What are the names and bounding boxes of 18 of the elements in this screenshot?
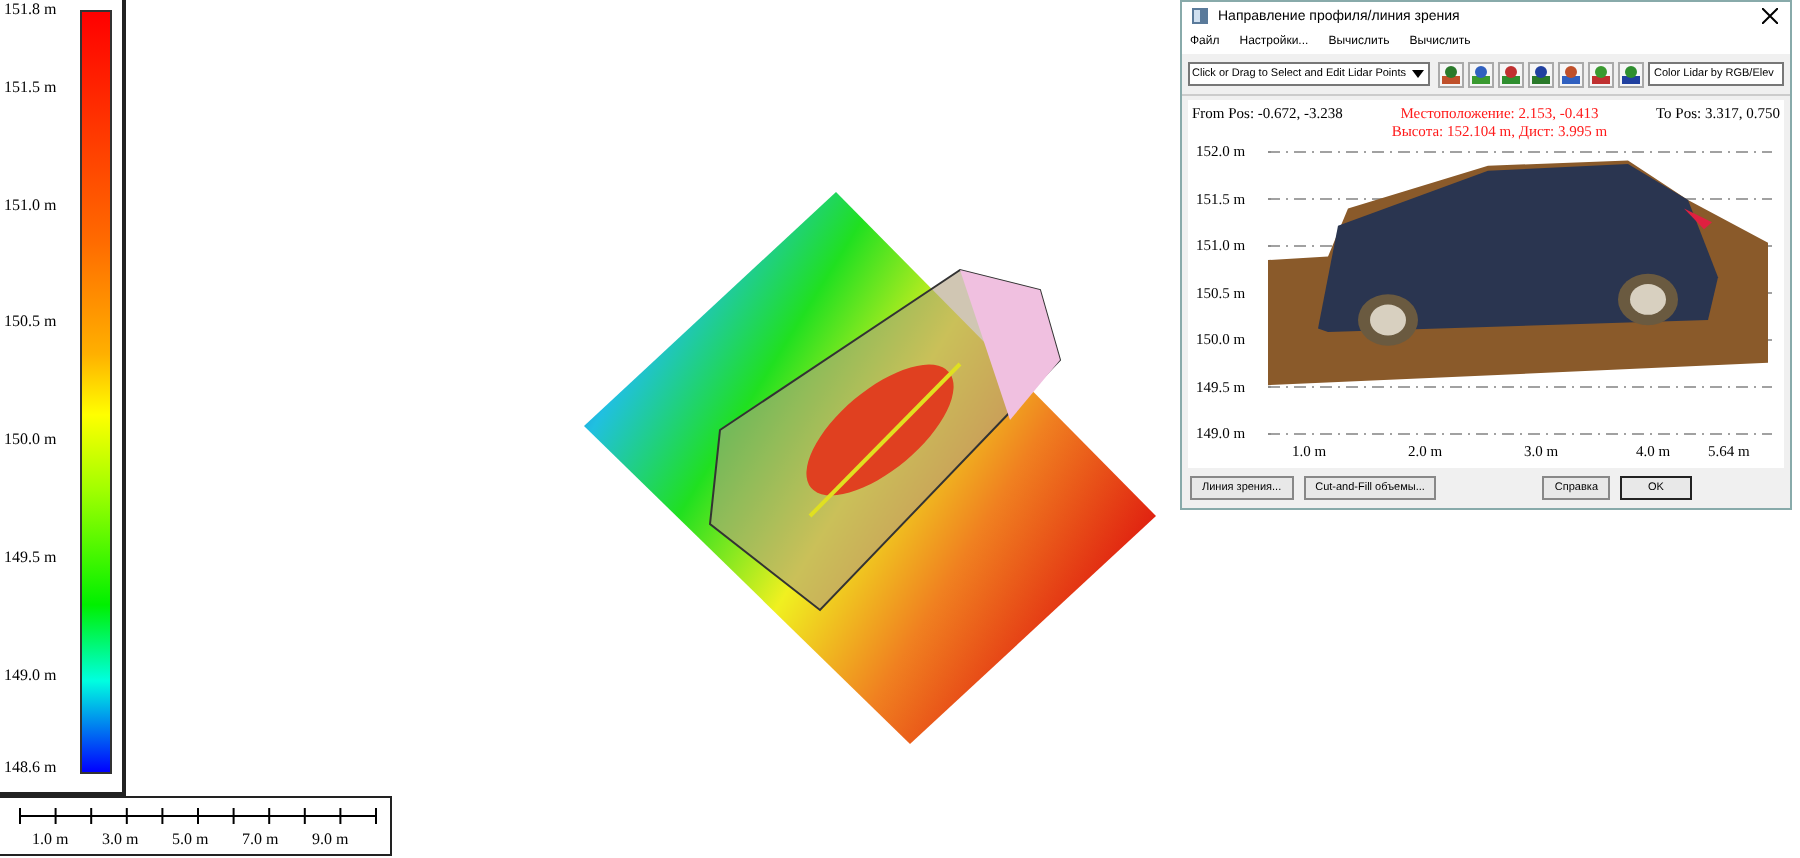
close-button[interactable] [1758,8,1782,24]
legend-label: 148.6 m [4,758,57,778]
caret-icon [1410,66,1426,82]
app-icon [1190,6,1210,26]
scale-label: 9.0 m [312,830,351,848]
legend-label: 151.5 m [4,78,57,98]
scale-ruler-icon [18,806,378,826]
legend-label: 150.5 m [4,312,57,332]
legend-label: 151.0 m [4,196,57,216]
scale-label: 7.0 m [242,830,281,848]
legend-label: 149.0 m [4,666,57,686]
legend-label: 150.0 m [4,430,57,450]
legend-label: 151.8 m [4,0,57,20]
scale-label: 3.0 m [102,830,141,848]
close-icon [1762,8,1778,24]
legend-label: 149.5 m [4,548,57,568]
scale-label: 5.0 m [172,830,211,848]
scale-label: 1.0 m [32,830,71,848]
